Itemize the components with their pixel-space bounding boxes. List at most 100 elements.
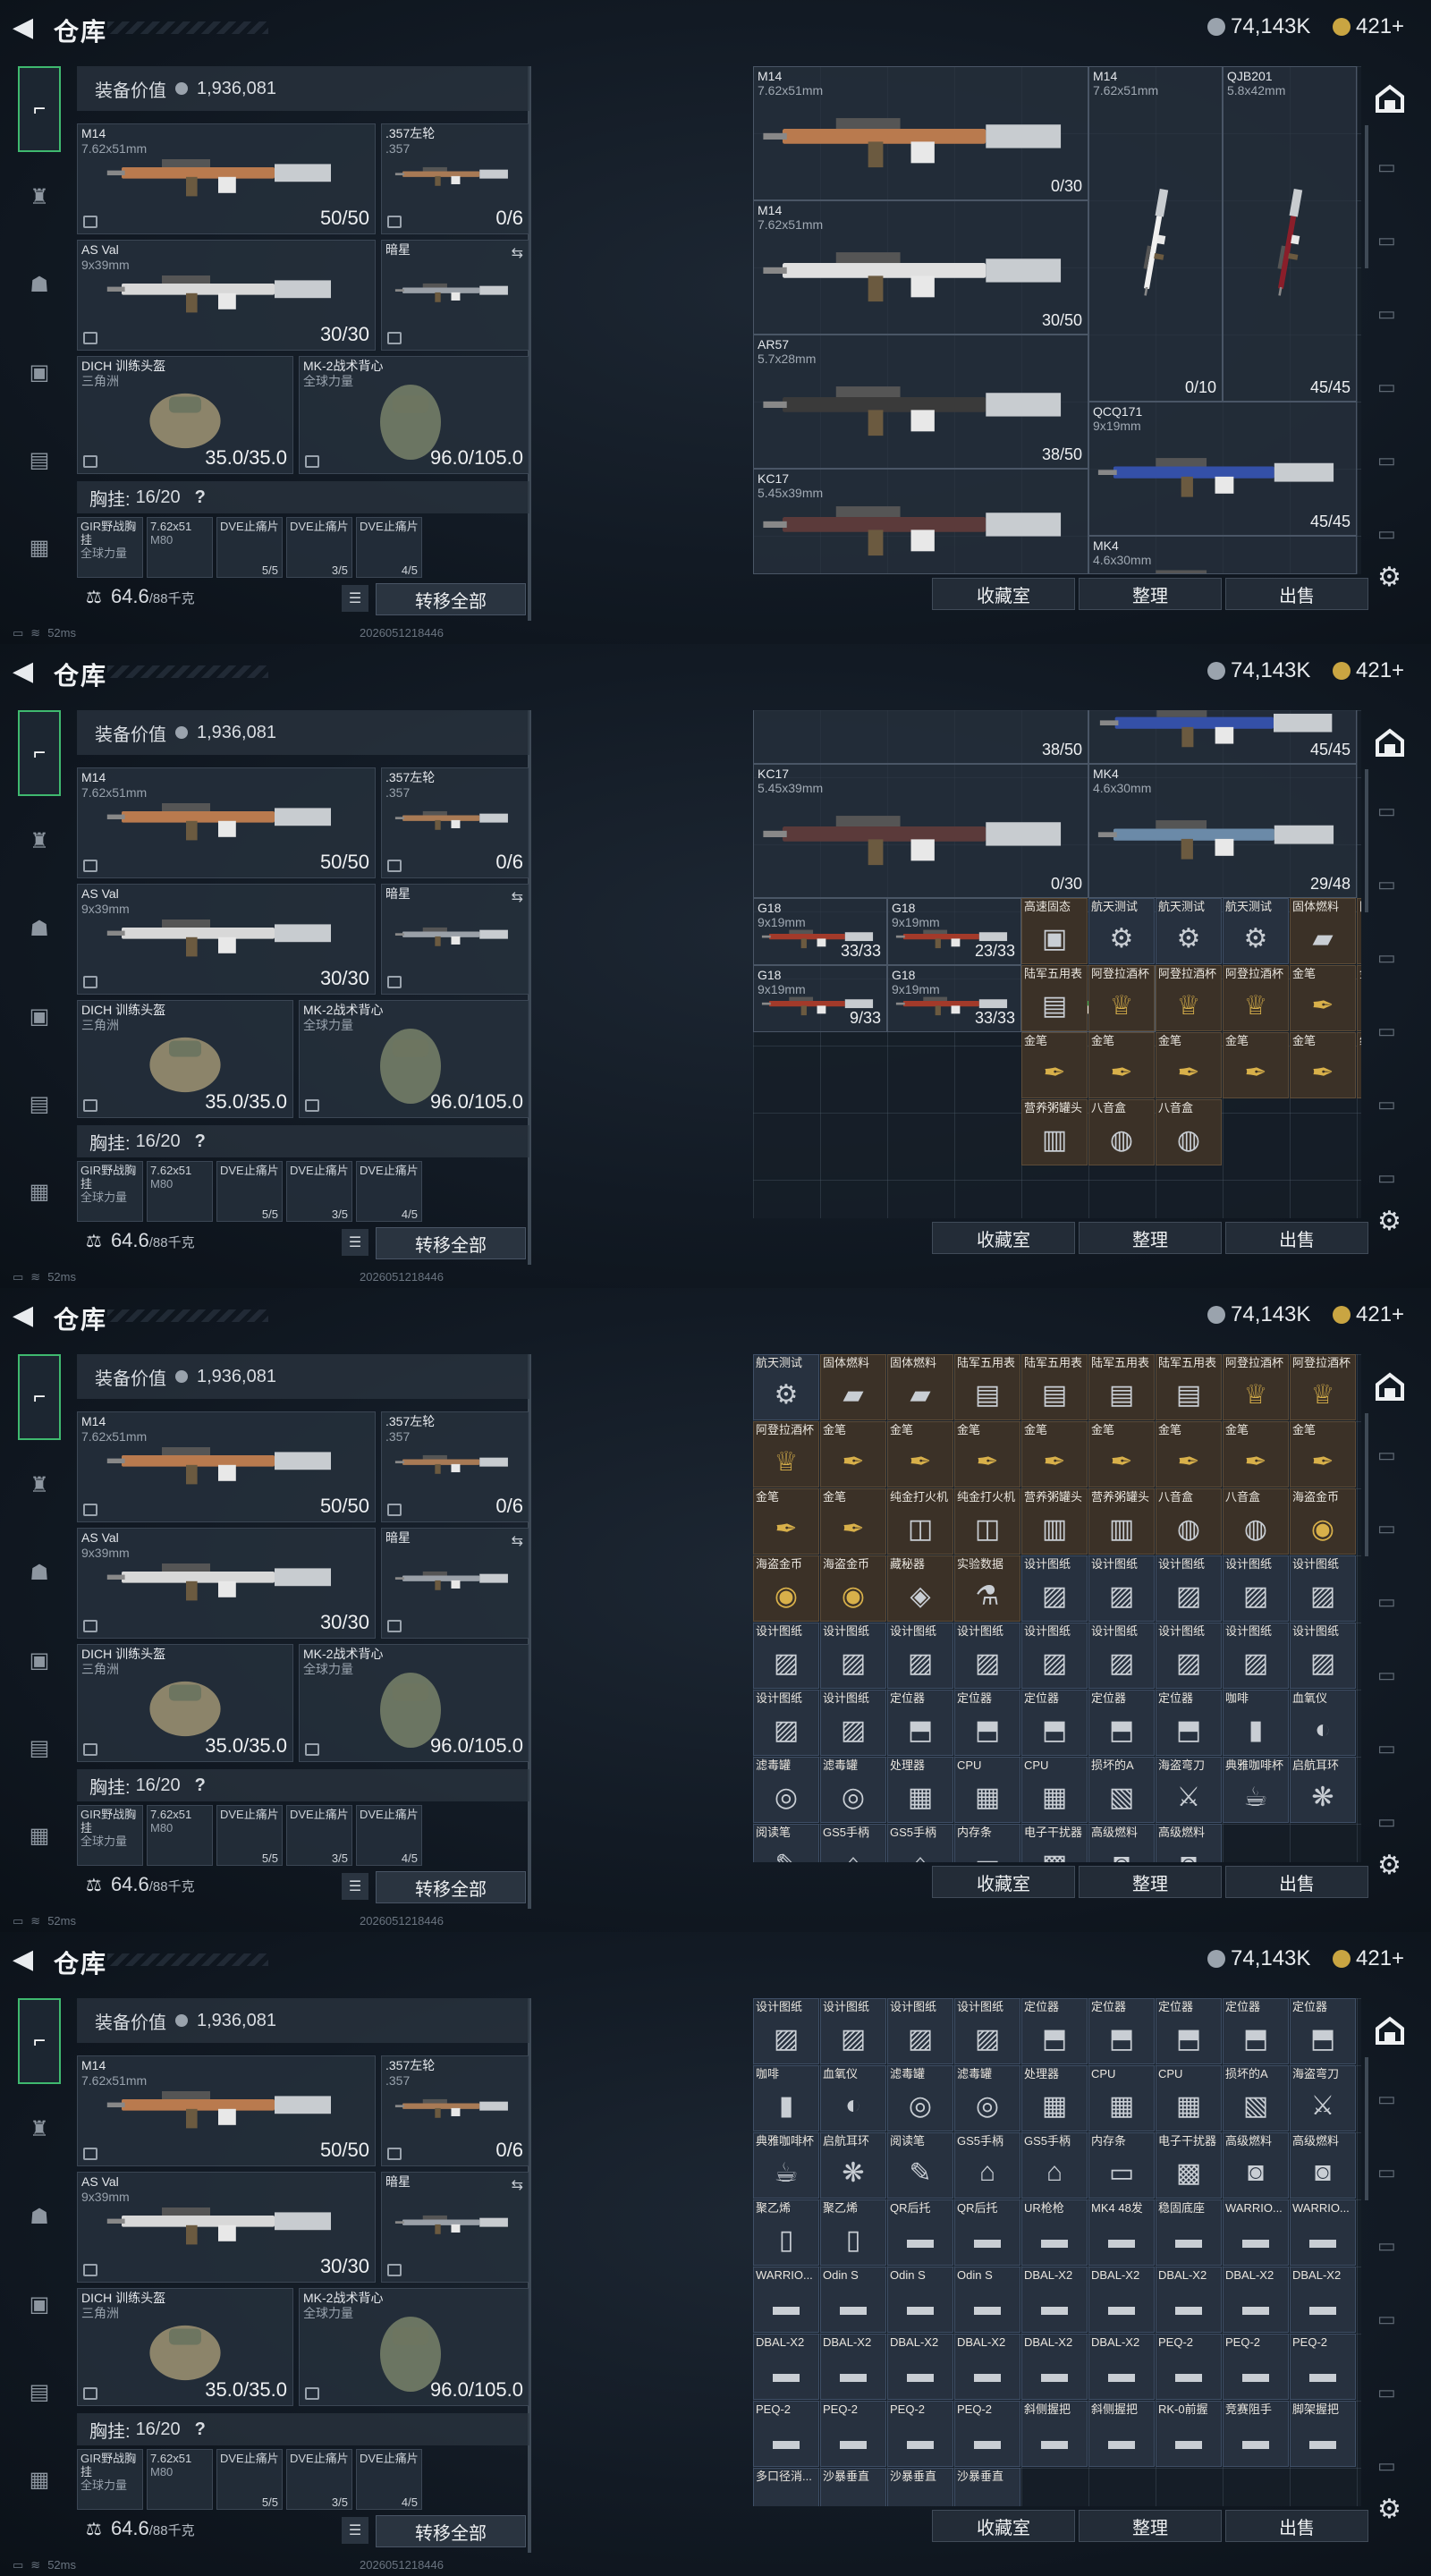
stash-item[interactable]: 定位器 ⬒ <box>1088 1998 1155 2064</box>
tab-armor[interactable]: ♜ <box>18 819 61 862</box>
armor-slot[interactable]: MK-2战术背心 全球力量 96.0/105.0 <box>299 1000 529 1118</box>
stash-sub-tab[interactable]: ▭ <box>1377 522 1404 547</box>
swap-icon[interactable]: ⇆ <box>512 1532 523 1550</box>
stash-item[interactable]: 定位器 ⬒ <box>1021 1690 1088 1756</box>
stash-item[interactable]: DBAL-X2 ▬ <box>1021 2267 1088 2333</box>
stash-item[interactable]: Odin S ▬ <box>954 2267 1020 2333</box>
stash-item[interactable]: 定位器 ⬒ <box>1088 1690 1155 1756</box>
stash-item[interactable]: 金笔 ✒ <box>1156 1421 1222 1487</box>
stash-item[interactable]: 沙暴垂直 ▬ <box>887 2468 953 2506</box>
stash-sub-tab[interactable]: ▭ <box>1377 2454 1404 2479</box>
stash-item[interactable]: PEQ-2 ▬ <box>1223 2334 1289 2400</box>
melee-slot[interactable]: 暗星 ⇆ <box>381 2172 529 2283</box>
pistol-slot[interactable]: .357左轮 .357 0/6 <box>381 1411 529 1522</box>
stash-item[interactable]: DBAL-X2 ▬ <box>954 2334 1020 2400</box>
stash-item[interactable]: 纯金打火机 ◫ <box>887 1488 953 1555</box>
stash-item[interactable]: 设计图纸 ▨ <box>1088 1555 1155 1622</box>
stash-item[interactable]: 航天测试 ⚙ <box>1223 898 1289 964</box>
armor-slot[interactable]: MK-2战术背心 全球力量 96.0/105.0 <box>299 356 529 474</box>
rig-item[interactable]: DVE止痛片 4/5 <box>356 517 422 578</box>
stash-item[interactable]: 陆军五用表 ▤ <box>1088 1354 1155 1420</box>
swap-icon[interactable]: ⇆ <box>512 2176 523 2194</box>
stash-sub-tab[interactable]: ▭ <box>1377 2381 1404 2406</box>
stash-sub-tab[interactable]: ▭ <box>1377 156 1404 181</box>
tab-case[interactable]: ▤ <box>18 438 61 481</box>
stash-item[interactable]: 处理器 ▦ <box>1021 2065 1088 2131</box>
stash-item[interactable]: 海盗金币 ◉ <box>820 1555 886 1622</box>
stash-item[interactable]: 高级燃料 ◙ <box>1088 1824 1155 1862</box>
stash-item[interactable]: Odin S ▬ <box>820 2267 886 2333</box>
stash-item[interactable]: 阿登拉酒杯 ♕ <box>1290 1354 1356 1420</box>
stash-item[interactable]: 阿登拉酒杯 ♕ <box>1223 1354 1289 1420</box>
stash-item[interactable]: 高级燃料 ◙ <box>1290 2132 1356 2199</box>
list-view-button[interactable]: ☰ <box>342 585 368 612</box>
stash-item[interactable]: 金笔 ✒ <box>954 1421 1020 1487</box>
stash-item[interactable]: Odin S ▬ <box>887 2267 953 2333</box>
stash-item[interactable]: 金笔 ✒ <box>1021 1421 1088 1487</box>
rig-item[interactable]: DVE止痛片 3/5 <box>286 1805 352 1866</box>
rig-item[interactable]: DVE止痛片 5/5 <box>216 1161 283 1222</box>
stash-item[interactable]: 设计图纸 ▨ <box>1223 1623 1289 1689</box>
rig-item[interactable]: DVE止痛片 5/5 <box>216 2449 283 2510</box>
tab-briefcase[interactable]: ▦ <box>18 2458 61 2501</box>
stash-item[interactable]: 定位器 ⬒ <box>1156 1998 1222 2064</box>
stash-item[interactable]: 设计图纸 ▨ <box>1290 1623 1356 1689</box>
tab-helmet[interactable]: ☗ <box>18 2195 61 2238</box>
stash-item[interactable]: 定位器 ⬒ <box>1021 1998 1088 2064</box>
sort-button[interactable]: 整理 <box>1079 2510 1222 2542</box>
stash-item[interactable]: GS5手柄 ⌂ <box>1021 2132 1088 2199</box>
stash-item[interactable]: 脚架握把 ▬ <box>1290 2401 1356 2467</box>
stash-item[interactable]: GS5手柄 ⌂ <box>820 1824 886 1862</box>
tab-helmet[interactable]: ☗ <box>18 907 61 950</box>
primary-weapon-slot[interactable]: M14 7.62x51mm 50/50 <box>77 123 376 234</box>
stash-item[interactable]: 陆军五用表 ▤ <box>1021 965 1088 1031</box>
stash-item[interactable]: QR后托 ▬ <box>887 2199 953 2266</box>
tab-briefcase[interactable]: ▦ <box>18 1814 61 1857</box>
primary-weapon-slot[interactable]: M14 7.62x51mm 50/50 <box>77 767 376 878</box>
stash-item[interactable]: 设计图纸 ▨ <box>1223 1555 1289 1622</box>
stash-item[interactable]: 海盗弯刀 ⚔ <box>1156 1757 1222 1823</box>
tab-armor[interactable]: ♜ <box>18 175 61 218</box>
secondary-weapon-slot[interactable]: AS Val 9x39mm 30/30 <box>77 240 376 351</box>
stash-item[interactable]: 设计图纸 ▨ <box>1021 1555 1088 1622</box>
settings-gear-icon[interactable]: ⚙ <box>1377 1850 1408 1880</box>
sell-button[interactable]: 出售 <box>1225 2510 1368 2542</box>
gold-currency[interactable]: 421+ <box>1333 1302 1404 1327</box>
stash-item[interactable]: 滤毒罐 ◎ <box>954 2065 1020 2131</box>
gold-currency[interactable]: 421+ <box>1333 658 1404 683</box>
gold-currency[interactable]: 421+ <box>1333 14 1404 39</box>
stash-item[interactable]: GS5手柄 ⌂ <box>954 2132 1020 2199</box>
transfer-all-button[interactable]: 转移全部 <box>376 1871 526 1903</box>
stash-item[interactable]: 设计图纸 ▨ <box>887 1623 953 1689</box>
stash-item[interactable]: 内存条 ▭ <box>1088 2132 1155 2199</box>
primary-weapon-slot[interactable]: M14 7.62x51mm 50/50 <box>77 2055 376 2166</box>
stash-item[interactable]: WARRIO... ▬ <box>1290 2199 1356 2266</box>
stash-item[interactable]: 竞赛阻手 ▬ <box>1223 2401 1289 2467</box>
stash-sub-tab[interactable]: ▭ <box>1377 2161 1404 2186</box>
stash-item[interactable]: 定位器 ⬒ <box>1223 1998 1289 2064</box>
stash-item[interactable]: 阿登拉酒杯 ♕ <box>1088 965 1155 1031</box>
stash-item[interactable]: UR枪枪 ▬ <box>1021 2199 1088 2266</box>
transfer-all-button[interactable]: 转移全部 <box>376 583 526 615</box>
stash-weapon[interactable]: G18 9x19mm 33/33 <box>887 965 1021 1032</box>
stash-item[interactable]: CPU ▦ <box>954 1757 1020 1823</box>
stash-item[interactable]: 多口径消... ▬ <box>753 2468 819 2506</box>
stash-item[interactable]: 固体燃料 ▰ <box>820 1354 886 1420</box>
stash-item[interactable]: DBAL-X2 ▬ <box>1088 2267 1155 2333</box>
rig-item[interactable]: DVE止痛片 4/5 <box>356 2449 422 2510</box>
stash-sub-tab[interactable]: ▭ <box>1377 1737 1404 1762</box>
stash-item[interactable]: PEQ-2 ▬ <box>1290 2334 1356 2400</box>
stash-item[interactable]: PEQ-2 ▬ <box>954 2401 1020 2467</box>
rig-item[interactable]: 7.62x51 M80 <box>147 1805 213 1866</box>
stash-item[interactable]: 金笔 ✒ <box>1290 1421 1356 1487</box>
stash-item[interactable]: 金笔 ✒ <box>1021 1032 1088 1098</box>
melee-slot[interactable]: 暗星 ⇆ <box>381 240 529 351</box>
tab-weapons[interactable]: ⌐ <box>18 710 61 796</box>
stash-home-tab[interactable] <box>1370 79 1410 118</box>
stash-item[interactable]: QR后托 ▬ <box>954 2199 1020 2266</box>
stash-item[interactable]: 设计图纸 ▨ <box>820 1998 886 2064</box>
stash-sub-tab[interactable]: ▭ <box>1377 229 1404 254</box>
melee-slot[interactable]: 暗星 ⇆ <box>381 1528 529 1639</box>
stash-item[interactable]: 阅读笔 ✎ <box>887 2132 953 2199</box>
helmet-slot[interactable]: DICH 训练头盔 三角洲 35.0/35.0 <box>77 356 293 474</box>
